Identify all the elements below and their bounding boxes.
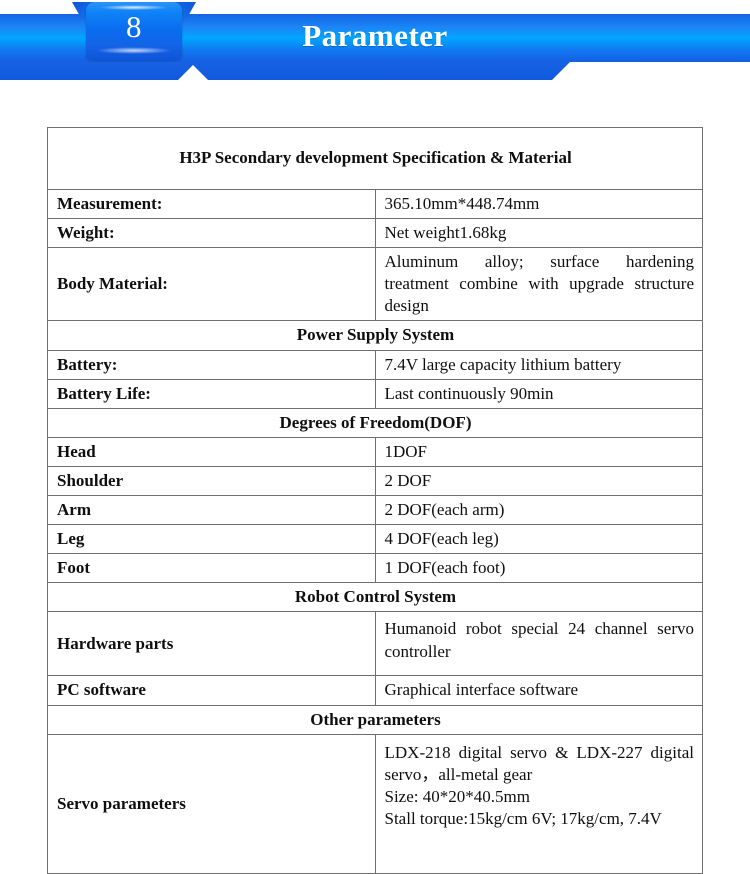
row-value-head: 1DOF bbox=[374, 436, 703, 467]
table-title-row: H3P Secondary development Specification … bbox=[47, 127, 703, 190]
section-header-degrees-of-freedom: Degrees of Freedom(DOF) bbox=[47, 407, 703, 438]
row-label-hardware-parts: Hardware parts bbox=[47, 611, 376, 677]
table-section-row: Power Supply System bbox=[47, 320, 703, 351]
row-label-body-material: Body Material: bbox=[47, 247, 376, 322]
row-value-measurement: 365.10mm*448.74mm bbox=[374, 188, 703, 220]
section-header-robot-control-system: Robot Control System bbox=[47, 582, 703, 613]
row-label-weight: Weight: bbox=[47, 218, 376, 249]
page-header-banner: 8 Parameter bbox=[0, 0, 750, 100]
section-header-other-parameters: Other parameters bbox=[47, 704, 703, 735]
row-label-pc-software: PC software bbox=[47, 675, 376, 706]
servo-line-1: LDX-218 digital servo & LDX-227 digital … bbox=[384, 742, 695, 784]
section-header-power-supply-system: Power Supply System bbox=[47, 320, 703, 351]
row-label-shoulder: Shoulder bbox=[47, 465, 376, 497]
row-value-battery: 7.4V large capacity lithium battery bbox=[374, 349, 703, 380]
page-title: Parameter bbox=[302, 18, 448, 53]
specification-table-body: H3P Secondary development Specification … bbox=[47, 127, 703, 874]
specification-table-container: H3P Secondary development Specification … bbox=[47, 127, 704, 874]
banner-lower-strip-left bbox=[0, 62, 196, 80]
table-title-cell: H3P Secondary development Specification … bbox=[47, 127, 703, 190]
table-row: Arm 2 DOF(each arm) bbox=[47, 495, 703, 526]
row-value-weight: Net weight1.68kg bbox=[374, 218, 703, 249]
specification-table: H3P Secondary development Specification … bbox=[47, 127, 703, 874]
table-row: PC software Graphical interface software bbox=[47, 675, 703, 706]
table-row: Battery Life: Last continuously 90min bbox=[47, 378, 703, 409]
table-row: Shoulder 2 DOF bbox=[47, 465, 703, 497]
row-label-servo-parameters: Servo parameters bbox=[47, 733, 376, 874]
row-label-measurement: Measurement: bbox=[47, 188, 376, 220]
table-row: Hardware parts Humanoid robot special 24… bbox=[47, 611, 703, 677]
row-label-foot: Foot bbox=[47, 553, 376, 584]
row-label-leg: Leg bbox=[47, 524, 376, 555]
servo-line-3: Stall torque:15kg/cm 6V; 17kg/cm, 7.4V bbox=[384, 808, 662, 828]
row-value-shoulder: 2 DOF bbox=[374, 465, 703, 497]
table-row: Weight: Net weight1.68kg bbox=[47, 218, 703, 249]
table-section-row: Other parameters bbox=[47, 704, 703, 735]
row-value-arm: 2 DOF(each arm) bbox=[374, 495, 703, 526]
table-row: Foot 1 DOF(each foot) bbox=[47, 553, 703, 584]
servo-line-2: Size: 40*20*40.5mm bbox=[384, 786, 530, 806]
table-row: Battery: 7.4V large capacity lithium bat… bbox=[47, 349, 703, 380]
row-value-body-material: Aluminum alloy; surface hardening treatm… bbox=[374, 247, 703, 322]
row-label-arm: Arm bbox=[47, 495, 376, 526]
table-section-row: Degrees of Freedom(DOF) bbox=[47, 407, 703, 438]
row-value-battery-life: Last continuously 90min bbox=[374, 378, 703, 409]
row-label-battery: Battery: bbox=[47, 349, 376, 380]
table-row: Measurement: 365.10mm*448.74mm bbox=[47, 188, 703, 220]
row-value-leg: 4 DOF(each leg) bbox=[374, 524, 703, 555]
table-row: Servo parameters LDX-218 digital servo &… bbox=[47, 733, 703, 874]
row-value-servo-parameters: LDX-218 digital servo & LDX-227 digital … bbox=[374, 733, 703, 874]
table-row: Body Material: Aluminum alloy; surface h… bbox=[47, 247, 703, 322]
row-label-battery-life: Battery Life: bbox=[47, 378, 376, 409]
row-value-pc-software: Graphical interface software bbox=[374, 675, 703, 706]
row-value-hardware-parts: Humanoid robot special 24 channel servo … bbox=[374, 611, 703, 677]
row-label-head: Head bbox=[47, 436, 376, 467]
table-section-row: Robot Control System bbox=[47, 582, 703, 613]
row-value-foot: 1 DOF(each foot) bbox=[374, 553, 703, 584]
table-row: Leg 4 DOF(each leg) bbox=[47, 524, 703, 555]
table-row: Head 1DOF bbox=[47, 436, 703, 467]
